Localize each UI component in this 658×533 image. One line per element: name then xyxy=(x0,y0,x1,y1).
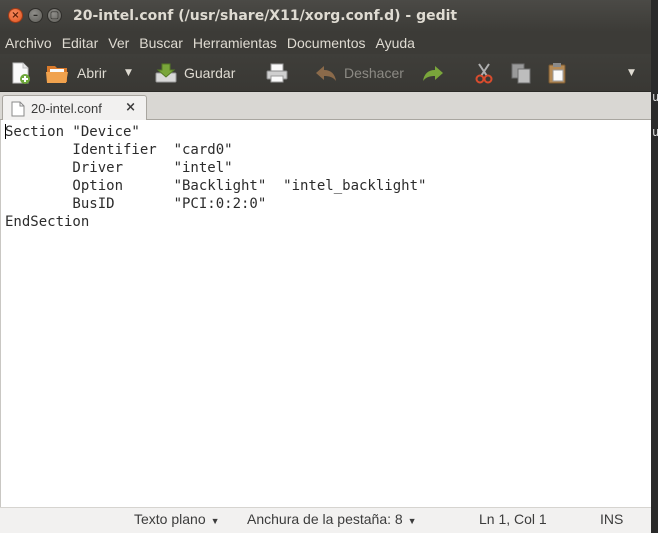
undo-label: Deshacer xyxy=(344,65,404,81)
window-title: 20-intel.conf (/usr/share/X11/xorg.conf.… xyxy=(73,8,458,24)
minimize-window-button[interactable]: – xyxy=(28,8,43,23)
chevron-down-icon: ▼ xyxy=(407,516,417,526)
menu-ver[interactable]: Ver xyxy=(103,35,134,51)
new-document-button[interactable] xyxy=(8,54,32,92)
code-line: Driver "intel" xyxy=(5,160,233,176)
title-bar[interactable]: × – ▢ 20-intel.conf (/usr/share/X11/xorg… xyxy=(0,0,651,32)
close-window-button[interactable]: × xyxy=(8,8,23,23)
open-label: Abrir xyxy=(77,65,107,81)
insert-mode: INS xyxy=(600,511,624,527)
terminal-glyph: u xyxy=(652,125,658,139)
save-icon xyxy=(155,63,177,83)
scissors-icon xyxy=(475,63,493,84)
menu-bar: Archivo Editar Ver Buscar Herramientas D… xyxy=(0,32,651,54)
code-line: Identifier "card0" xyxy=(5,142,233,158)
background-terminal: u u xyxy=(651,0,658,533)
menu-ayuda[interactable]: Ayuda xyxy=(370,35,419,51)
tab-20-intel-conf[interactable]: 20-intel.conf × xyxy=(2,95,147,121)
copy-button[interactable] xyxy=(509,54,533,92)
chevron-down-icon: ▼ xyxy=(125,68,132,78)
open-recent-dropdown[interactable]: ▼ xyxy=(125,54,132,92)
redo-arrow-icon xyxy=(423,66,443,81)
new-document-icon xyxy=(12,62,30,84)
menu-herramientas[interactable]: Herramientas xyxy=(188,35,282,51)
folder-open-icon xyxy=(46,66,68,83)
maximize-window-button[interactable]: ▢ xyxy=(47,8,62,23)
menu-buscar[interactable]: Buscar xyxy=(134,35,188,51)
text-cursor xyxy=(5,124,6,139)
code-line: BusID "PCI:0:2:0" xyxy=(5,196,267,212)
save-label: Guardar xyxy=(184,65,236,81)
redo-button[interactable] xyxy=(421,54,445,92)
language-selector[interactable]: Texto plano ▼ xyxy=(134,511,220,527)
terminal-glyph: u xyxy=(652,90,658,104)
printer-icon xyxy=(266,63,288,83)
menu-documentos[interactable]: Documentos xyxy=(282,35,371,51)
document-tabs: 20-intel.conf × xyxy=(0,92,651,121)
code-content: Section "Device" Identifier "card0" Driv… xyxy=(5,123,426,231)
tab-label: 20-intel.conf xyxy=(31,101,102,116)
code-line: Option "Backlight" "intel_backlight" xyxy=(5,178,427,194)
menu-archivo[interactable]: Archivo xyxy=(0,35,57,51)
copy-icon xyxy=(511,63,531,84)
cursor-position: Ln 1, Col 1 xyxy=(479,511,547,527)
gedit-window: × – ▢ 20-intel.conf (/usr/share/X11/xorg… xyxy=(0,0,651,533)
menu-editar[interactable]: Editar xyxy=(57,35,104,51)
text-file-icon xyxy=(11,101,25,116)
chevron-down-icon: ▼ xyxy=(210,516,220,526)
close-tab-icon[interactable]: × xyxy=(125,100,136,115)
save-button[interactable]: Guardar xyxy=(154,54,235,92)
text-editor[interactable]: Section "Device" Identifier "card0" Driv… xyxy=(0,120,651,507)
chevron-down-icon: ▼ xyxy=(628,68,635,78)
toolbar: Abrir ▼ Guardar Deshacer ▼ xyxy=(0,54,651,92)
tab-width-label: Anchura de la pestaña: 8 xyxy=(247,511,403,527)
cut-button[interactable] xyxy=(472,54,496,92)
undo-button[interactable]: Deshacer xyxy=(314,54,404,92)
tab-width-selector[interactable]: Anchura de la pestaña: 8 ▼ xyxy=(247,511,417,527)
toolbar-overflow-button[interactable]: ▼ xyxy=(628,54,635,92)
code-line: EndSection xyxy=(5,214,90,230)
paste-button[interactable] xyxy=(545,54,569,92)
open-button[interactable]: Abrir xyxy=(45,54,107,92)
code-line: Section "Device" xyxy=(5,124,140,140)
clipboard-icon xyxy=(548,63,566,84)
print-button[interactable] xyxy=(265,54,289,92)
undo-arrow-icon xyxy=(316,66,336,81)
status-bar: Texto plano ▼ Anchura de la pestaña: 8 ▼ L… xyxy=(0,507,651,531)
language-label: Texto plano xyxy=(134,511,206,527)
